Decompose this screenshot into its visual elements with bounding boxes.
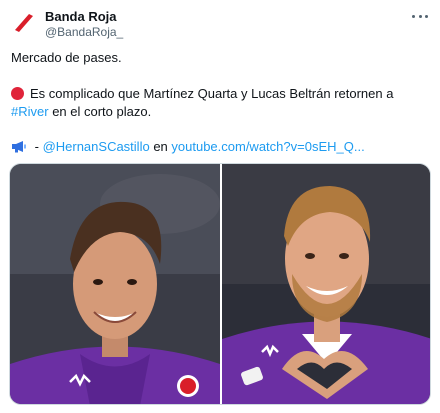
tweet-text-line-2-content: Es complicado que Martínez Quarta y Luca…: [30, 86, 394, 101]
photo-player-left[interactable]: [10, 164, 220, 404]
source-prefix: -: [31, 139, 43, 154]
more-options-icon[interactable]: [410, 9, 430, 23]
author-name[interactable]: Banda Roja: [45, 9, 117, 24]
author-avatar[interactable]: [11, 10, 37, 36]
tweet-card[interactable]: Banda Roja @BandaRoja_ Mercado de pases.…: [0, 0, 440, 413]
photo-player-right[interactable]: [222, 164, 430, 404]
megaphone-icon: [12, 141, 26, 153]
player-left-image: [10, 164, 220, 404]
mention-link[interactable]: @HernanSCastillo: [43, 139, 150, 154]
tweet-text-line-4: - @HernanSCastillo en youtube.com/watch?…: [11, 138, 365, 156]
hashtag-river[interactable]: #River: [11, 104, 49, 119]
tweet-text-line-2: Es complicado que Martínez Quarta y Luca…: [11, 85, 393, 103]
tweet-text-line-3: #River en el corto plazo.: [11, 103, 151, 121]
media-grid[interactable]: [9, 163, 431, 405]
red-slash-logo-icon: [11, 10, 37, 36]
tweet-text-line-3-rest: en el corto plazo.: [48, 104, 152, 119]
tweet-text-line-1: Mercado de pases.: [11, 50, 122, 65]
source-middle: en: [149, 139, 172, 154]
player-right-image: [222, 164, 430, 404]
youtube-link[interactable]: youtube.com/watch?v=0sEH_Q...: [171, 139, 364, 154]
author-handle[interactable]: @BandaRoja_: [45, 25, 123, 39]
red-circle-icon: [11, 87, 24, 100]
